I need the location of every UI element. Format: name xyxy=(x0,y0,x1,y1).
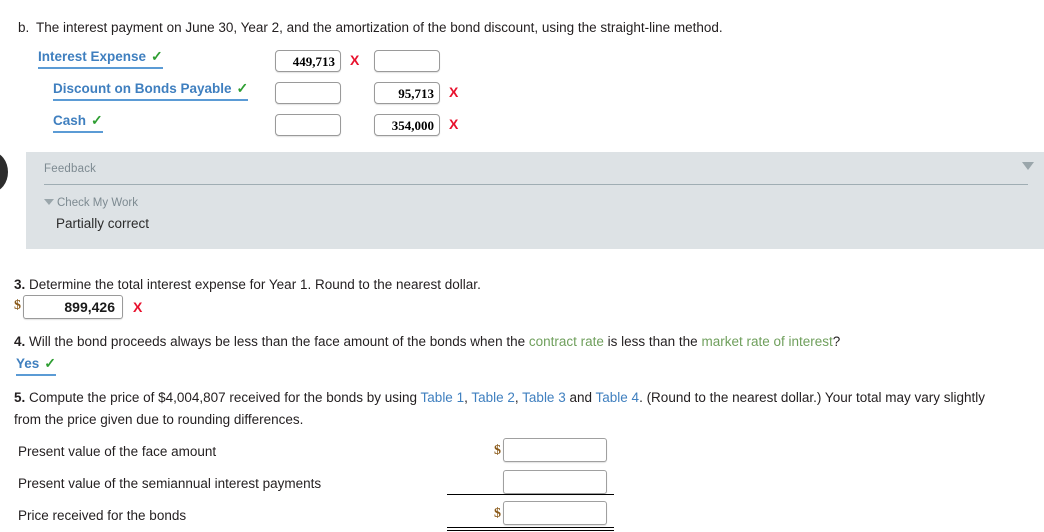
check-my-work-toggle[interactable]: Check My Work xyxy=(44,197,138,209)
offscreen-bubble-icon xyxy=(0,152,8,192)
check-my-work-label: Check My Work xyxy=(57,197,138,209)
feedback-divider xyxy=(44,184,1028,185)
pv-row-label-semiannual-payments: Present value of the semiannual interest… xyxy=(18,476,322,491)
question-3-text: 3. Determine the total interest expense … xyxy=(14,277,481,292)
feedback-panel: Feedback Check My Work Partially correct xyxy=(26,152,1044,249)
check-icon: ✓ xyxy=(236,80,249,96)
pv-row-label-face-amount: Present value of the face amount xyxy=(18,444,217,459)
total-interest-expense-input[interactable]: 899,426 xyxy=(23,295,123,319)
question-4-answer-select[interactable]: Yes ✓ xyxy=(16,355,57,376)
question-4-answer-label: Yes xyxy=(16,356,40,371)
debit-input-row3[interactable] xyxy=(275,114,341,136)
question-5-text-line2: from the price given due to rounding dif… xyxy=(14,412,304,427)
debit-error-mark-row1: X xyxy=(350,52,360,68)
account-label: Discount on Bonds Payable xyxy=(53,81,232,96)
dollar-sign-pv-face-amount: $ xyxy=(494,443,501,458)
question-4-text: 4. Will the bond proceeds always be less… xyxy=(14,334,840,349)
question-5-number: 5. xyxy=(14,390,26,405)
account-select-interest-expense[interactable]: Interest Expense ✓ xyxy=(38,48,163,69)
account-label: Cash xyxy=(53,113,87,128)
table-4-link[interactable]: Table 4 xyxy=(596,390,640,405)
question-5-prompt-part1: Compute the price of $4,004,807 received… xyxy=(29,390,421,405)
pv-input-face-amount[interactable] xyxy=(503,438,607,462)
part-b-label: b. xyxy=(18,20,30,35)
subtotal-rule xyxy=(447,494,614,495)
credit-error-mark-row2: X xyxy=(449,84,459,100)
table-3-link[interactable]: Table 3 xyxy=(522,390,566,405)
pv-row-label-price-received: Price received for the bonds xyxy=(18,508,187,523)
glossary-link-contract-rate[interactable]: contract rate xyxy=(529,334,604,349)
total-rule-top xyxy=(447,527,614,528)
question-4-number: 4. xyxy=(14,334,26,349)
glossary-link-market-rate-of-interest[interactable]: market rate of interest xyxy=(701,334,832,349)
credit-input-row3[interactable]: 354,000 xyxy=(374,114,440,136)
total-rule-bottom xyxy=(447,530,614,531)
pv-input-semiannual-payments[interactable] xyxy=(503,470,607,494)
credit-input-row1[interactable] xyxy=(374,50,440,72)
feedback-result: Partially correct xyxy=(56,216,150,231)
question-3-number: 3. xyxy=(14,277,26,292)
part-b-text: The interest payment on June 30, Year 2,… xyxy=(36,20,723,35)
question-5-text-line1: 5. Compute the price of $4,004,807 recei… xyxy=(14,390,985,405)
triangle-down-icon xyxy=(44,199,54,205)
credit-input-row2[interactable]: 95,713 xyxy=(374,82,440,104)
table-1-link[interactable]: Table 1 xyxy=(421,390,465,405)
account-label: Interest Expense xyxy=(38,49,147,64)
check-icon: ✓ xyxy=(151,48,163,64)
sep3: and xyxy=(565,390,596,405)
account-select-cash[interactable]: Cash ✓ xyxy=(53,112,103,133)
dollar-sign-pv-price-received: $ xyxy=(494,506,501,521)
check-icon: ✓ xyxy=(91,112,103,128)
question-4-prompt-part2: is less than the xyxy=(603,334,702,349)
debit-input-row1[interactable]: 449,713 xyxy=(275,50,341,72)
pv-input-price-received[interactable] xyxy=(503,501,607,525)
debit-input-row2[interactable] xyxy=(275,82,341,104)
triangle-down-icon[interactable] xyxy=(1022,162,1034,170)
question-5-prompt-part2: . (Round to the nearest dollar.) Your to… xyxy=(639,390,985,405)
part-b-heading: b. The interest payment on June 30, Year … xyxy=(18,20,723,35)
question-4-prompt-part1: Will the bond proceeds always be less th… xyxy=(29,334,529,349)
credit-error-mark-row3: X xyxy=(449,116,459,132)
check-icon: ✓ xyxy=(44,355,57,371)
question-4-prompt-part3: ? xyxy=(832,334,841,349)
feedback-title: Feedback xyxy=(44,163,97,175)
question-3-prompt: Determine the total interest expense for… xyxy=(29,277,481,292)
question-3-error-mark: X xyxy=(133,299,143,315)
table-2-link[interactable]: Table 2 xyxy=(471,390,515,405)
dollar-sign-q3: $ xyxy=(14,298,21,313)
account-select-discount-on-bonds-payable[interactable]: Discount on Bonds Payable ✓ xyxy=(53,80,249,101)
